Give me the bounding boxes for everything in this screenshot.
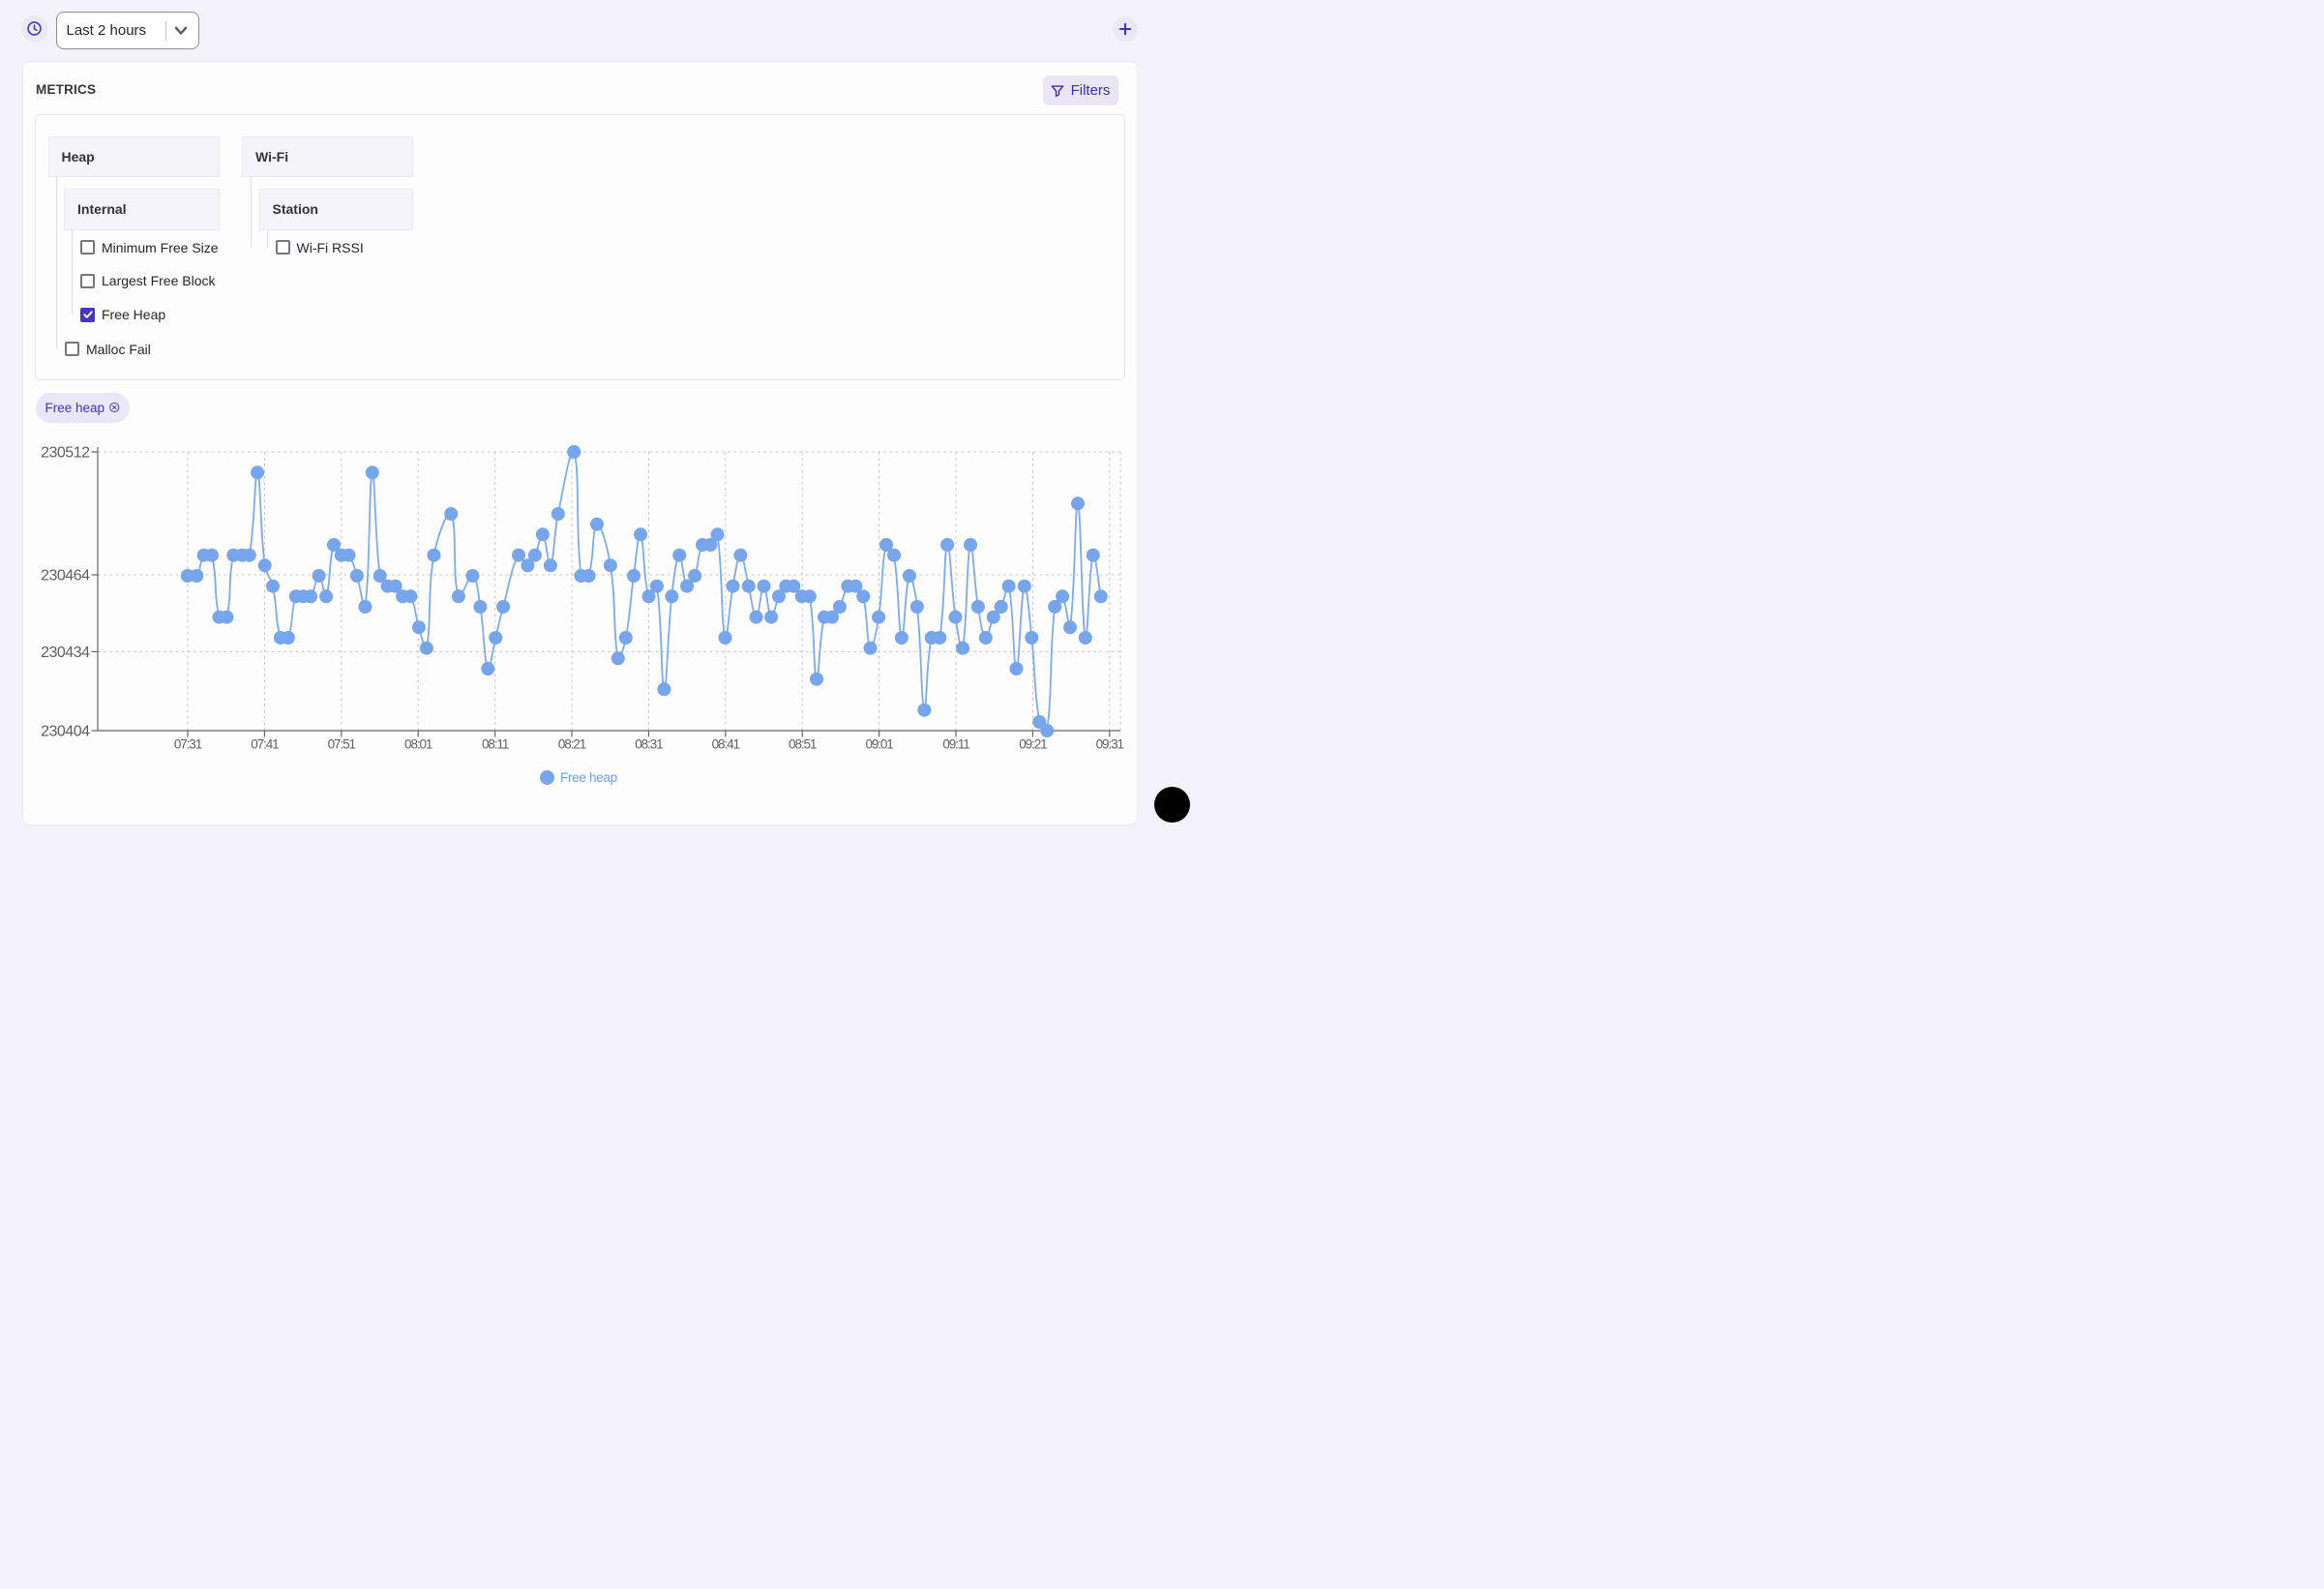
svg-text:09:31: 09:31 (1096, 736, 1124, 751)
svg-text:08:01: 08:01 (404, 736, 432, 751)
svg-text:230464: 230464 (41, 568, 90, 585)
svg-text:09:01: 09:01 (865, 736, 893, 751)
svg-text:07:41: 07:41 (251, 736, 279, 751)
svg-text:230404: 230404 (41, 724, 90, 740)
svg-text:230512: 230512 (41, 445, 90, 462)
svg-text:09:11: 09:11 (942, 736, 969, 751)
svg-text:09:21: 09:21 (1019, 736, 1047, 751)
svg-text:08:51: 08:51 (789, 736, 817, 751)
svg-text:07:31: 07:31 (174, 736, 202, 751)
svg-text:07:51: 07:51 (328, 736, 356, 751)
svg-text:08:41: 08:41 (712, 736, 740, 751)
svg-text:08:11: 08:11 (482, 736, 509, 751)
svg-text:08:21: 08:21 (558, 736, 586, 751)
svg-text:08:31: 08:31 (635, 736, 663, 751)
svg-text:230434: 230434 (41, 645, 90, 661)
